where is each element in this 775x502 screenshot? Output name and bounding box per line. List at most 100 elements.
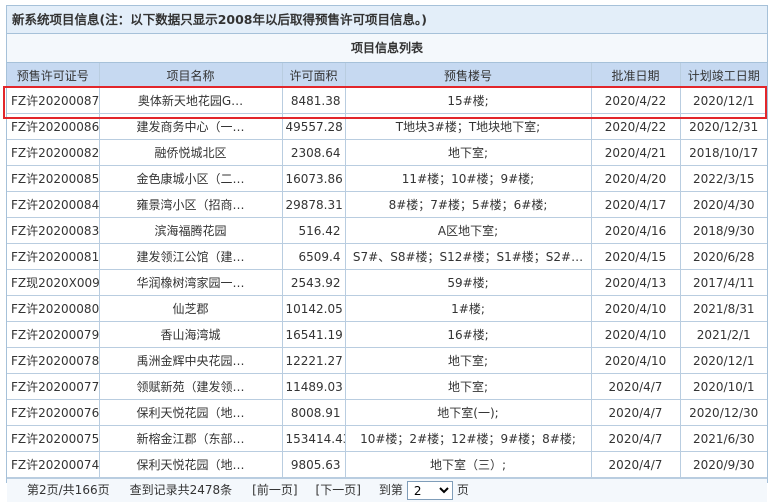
approved-date-cell: 2020/4/15 [590,243,681,270]
table-row[interactable]: FZ许20200074 保利天悦花园（地… 9805.63 地下室（三）; 2020/4… [7,451,767,478]
col-header-approved: 批准日期 [590,63,681,88]
completion-date-cell: 2020/9/30 [679,451,767,478]
col-header-permit: 预售许可证号 [7,63,100,88]
area-cell: 12221.27 [281,347,346,374]
approved-date-cell: 2020/4/10 [590,295,681,322]
table-row[interactable]: FZ许20200079 香山海湾城 16541.19 16#楼; 2020/4/10 20… [7,321,767,348]
project-name-link[interactable]: 仙芝郡 [98,295,283,322]
buildings-cell: 10#楼；2#楼；12#楼；9#楼；8#楼; [344,425,592,452]
page-info: 第2页/共166页 [27,483,110,497]
buildings-cell: 地下室（三）; [344,451,592,478]
completion-date-cell: 2017/4/11 [679,269,767,296]
completion-date-cell: 2021/8/31 [679,295,767,322]
approved-date-cell: 2020/4/22 [590,113,681,140]
buildings-cell: 地下室(一); [344,399,592,426]
permit-cell: FZ许20200084 [7,191,100,218]
approved-date-cell: 2020/4/17 [590,191,681,218]
project-name-link[interactable]: 香山海湾城 [98,321,283,348]
table-row[interactable]: FZ现2020X009 华润橡树湾家园一… 2543.92 59#楼; 2020/4/1… [7,269,767,296]
record-count: 查到记录共2478条 [129,483,233,497]
buildings-cell: 11#楼；10#楼；9#楼; [344,165,592,192]
next-page-link[interactable]: [下一页] [316,479,361,502]
completion-date-cell: 2020/12/30 [679,399,767,426]
buildings-cell: 15#楼; [344,87,592,114]
buildings-cell: 8#楼；7#楼；5#楼；6#楼; [344,191,592,218]
permit-cell: FZ许20200086 [7,113,100,140]
buildings-cell: 地下室; [344,347,592,374]
permit-cell: FZ许20200077 [7,373,100,400]
area-cell: 9805.63 [281,451,346,478]
permit-cell: FZ许20200083 [7,217,100,244]
project-name-link[interactable]: 金色康城小区（二… [98,165,283,192]
completion-date-cell: 2018/10/17 [679,139,767,166]
project-name-link[interactable]: 领赋新苑（建发领… [98,373,283,400]
project-name-link[interactable]: 保利天悦花园（地… [98,451,283,478]
buildings-cell: A区地下室; [344,217,592,244]
table-row[interactable]: FZ许20200080 仙芝郡 10142.05 1#楼; 2020/4/10 2021/… [7,295,767,322]
permit-cell: FZ许20200075 [7,425,100,452]
completion-date-cell: 2020/12/31 [679,113,767,140]
permit-cell: FZ现2020X009 [7,269,100,296]
approved-date-cell: 2020/4/7 [590,399,681,426]
table-header-row: 预售许可证号 项目名称 许可面积 预售楼号 批准日期 计划竣工日期 [7,63,767,88]
permit-cell: FZ许20200085 [7,165,100,192]
approved-date-cell: 2020/4/16 [590,217,681,244]
col-header-area: 许可面积 [281,63,346,88]
completion-date-cell: 2020/10/1 [679,373,767,400]
project-name-link[interactable]: 保利天悦花园（地… [98,399,283,426]
table-row[interactable]: FZ许20200082 融侨悦城北区 2308.64 地下室; 2020/4/21 201… [7,139,767,166]
page-select[interactable]: 2 [406,481,453,500]
area-cell: 16541.19 [281,321,346,348]
table-row[interactable]: FZ许20200081 建发领江公馆（建… 6509.4 S7#、S8#楼；S12#楼… [7,243,767,270]
table-row[interactable]: FZ许20200086 建发商务中心（一… 49557.28 T地块3#楼；T地块地下… [7,113,767,140]
table-row[interactable]: FZ许20200084 雍景湾小区（招商… 29878.31 8#楼；7#楼；5#楼；… [7,191,767,218]
area-cell: 2308.64 [281,139,346,166]
table-row[interactable]: FZ许20200075 新榕金江郡（东部… 153414.43 10#楼；2#楼；12… [7,425,767,452]
project-info-panel: 新系统项目信息(注：以下数据只显示2008年以后取得预售许可项目信息。) 项目信… [6,5,768,502]
completion-date-cell: 2020/12/1 [679,87,767,114]
permit-cell: FZ许20200074 [7,451,100,478]
completion-date-cell: 2022/3/15 [679,165,767,192]
permit-cell: FZ许20200087 [7,87,100,114]
buildings-cell: 1#楼; [344,295,592,322]
approved-date-cell: 2020/4/10 [590,321,681,348]
table-row[interactable]: FZ许20200076 保利天悦花园（地… 8008.91 地下室(一); 2020/4… [7,399,767,426]
completion-date-cell: 2020/6/28 [679,243,767,270]
area-cell: 10142.05 [281,295,346,322]
project-name-link[interactable]: 禹洲金辉中央花园… [98,347,283,374]
permit-cell: FZ许20200082 [7,139,100,166]
col-header-buildings: 预售楼号 [344,63,592,88]
permit-cell: FZ许20200078 [7,347,100,374]
project-name-link[interactable]: 建发领江公馆（建… [98,243,283,270]
area-cell: 516.42 [281,217,346,244]
col-header-name: 项目名称 [98,63,283,88]
completion-date-cell: 2021/2/1 [679,321,767,348]
project-name-link[interactable]: 奥体新天地花园G… [98,87,283,114]
project-name-link[interactable]: 建发商务中心（一… [98,113,283,140]
table-row[interactable]: FZ许20200085 金色康城小区（二… 16073.86 11#楼；10#楼；9#… [7,165,767,192]
approved-date-cell: 2020/4/7 [590,451,681,478]
area-cell: 11489.03 [281,373,346,400]
table-row[interactable]: FZ许20200087 奥体新天地花园G… 8481.38 15#楼; 2020/4/2… [7,87,767,114]
project-name-link[interactable]: 华润橡树湾家园一… [98,269,283,296]
area-cell: 8008.91 [281,399,346,426]
prev-page-link[interactable]: [前一页] [252,479,297,502]
approved-date-cell: 2020/4/7 [590,425,681,452]
buildings-cell: S7#、S8#楼；S12#楼；S1#楼；S2#… [344,243,592,270]
project-name-link[interactable]: 雍景湾小区（招商… [98,191,283,218]
table-row[interactable]: FZ许20200083 滨海福腾花园 516.42 A区地下室; 2020/4/16 20… [7,217,767,244]
table-row[interactable]: FZ许20200078 禹洲金辉中央花园… 12221.27 地下室; 2020/4/1… [7,347,767,374]
buildings-cell: 地下室; [344,373,592,400]
area-cell: 49557.28 [281,113,346,140]
area-cell: 16073.86 [281,165,346,192]
buildings-cell: 16#楼; [344,321,592,348]
area-cell: 153414.43 [281,425,346,452]
project-name-link[interactable]: 新榕金江郡（东部… [98,425,283,452]
approved-date-cell: 2020/4/22 [590,87,681,114]
project-name-link[interactable]: 融侨悦城北区 [98,139,283,166]
project-name-link[interactable]: 滨海福腾花园 [98,217,283,244]
approved-date-cell: 2020/4/10 [590,347,681,374]
table-row[interactable]: FZ许20200077 领赋新苑（建发领… 11489.03 地下室; 2020/4/7… [7,373,767,400]
area-cell: 6509.4 [281,243,346,270]
col-header-completion: 计划竣工日期 [679,63,767,88]
